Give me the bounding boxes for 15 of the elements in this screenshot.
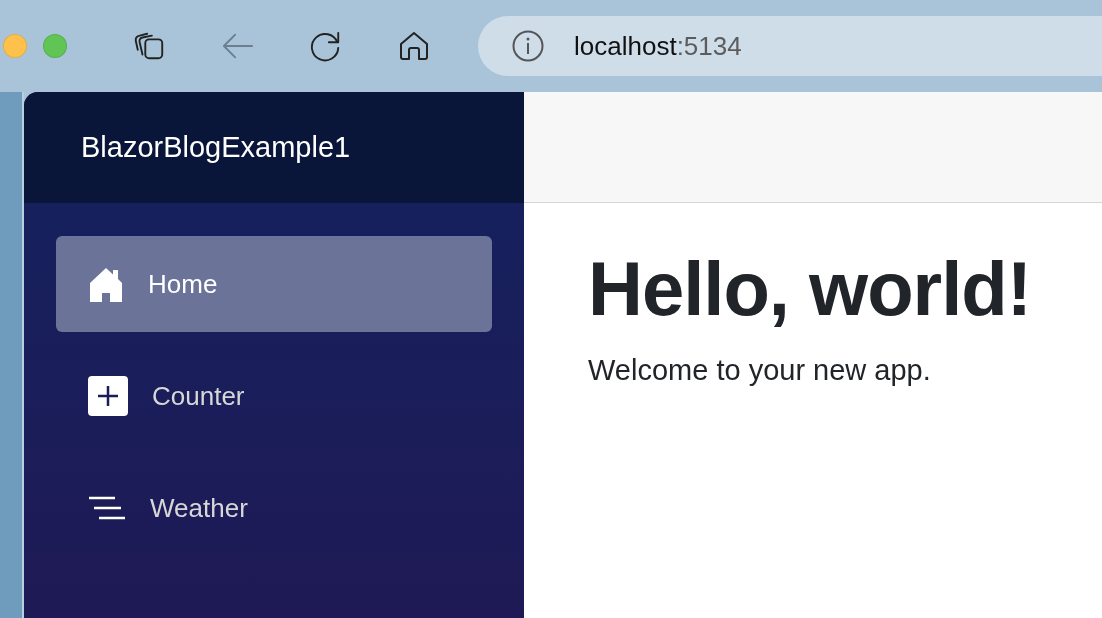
info-icon <box>512 30 544 62</box>
reload-button[interactable] <box>310 30 342 62</box>
address-bar[interactable]: localhost:5134 <box>478 16 1102 76</box>
url-text: localhost:5134 <box>574 30 742 62</box>
nav-link[interactable]: Counter <box>56 348 492 444</box>
nav-link[interactable]: Weather <box>56 460 492 556</box>
house-icon <box>88 266 124 302</box>
page-heading: Hello, world! <box>588 245 1032 332</box>
app-title: BlazorBlogExample1 <box>81 131 351 164</box>
tabs-button[interactable] <box>134 30 166 62</box>
welcome-text: Welcome to your new app. <box>588 354 932 387</box>
nav-link[interactable]: Home <box>56 236 492 332</box>
lines-icon <box>88 496 126 520</box>
plus-square-icon <box>88 376 128 416</box>
home-button[interactable] <box>398 30 430 62</box>
